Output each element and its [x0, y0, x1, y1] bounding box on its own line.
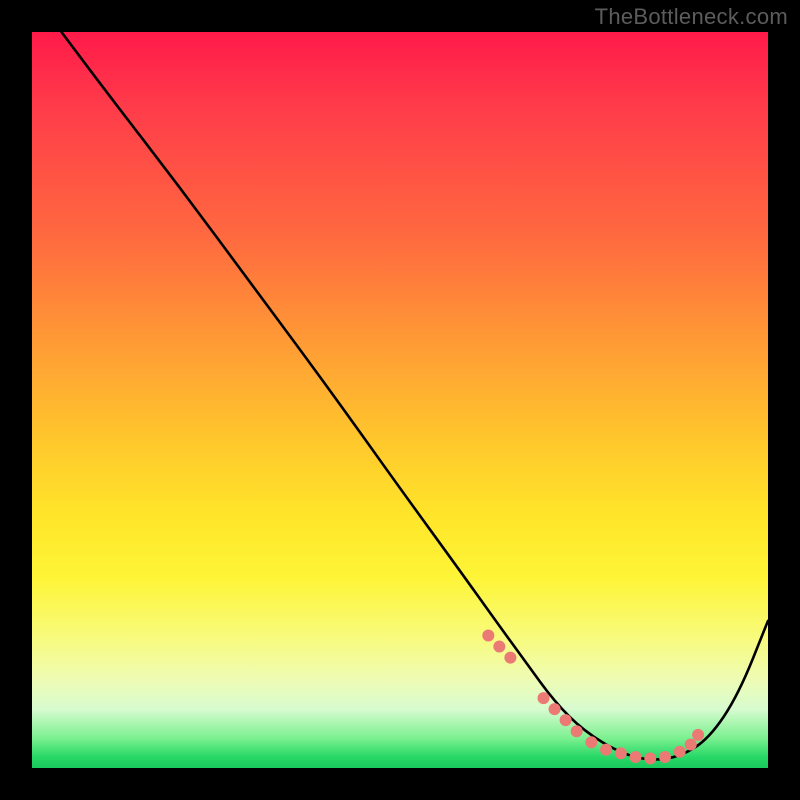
marker-dot	[538, 692, 550, 704]
curve-layer	[32, 32, 768, 768]
marker-dot	[630, 751, 642, 763]
marker-dot	[685, 738, 697, 750]
marker-dot	[644, 752, 656, 764]
watermark-label: TheBottleneck.com	[595, 4, 788, 30]
marker-dot	[615, 747, 627, 759]
marker-dot	[493, 641, 505, 653]
bottleneck-curve	[61, 32, 768, 759]
marker-dot	[585, 736, 597, 748]
marker-dot	[692, 729, 704, 741]
marker-dot	[659, 751, 671, 763]
marker-dot	[600, 744, 612, 756]
marker-dot	[482, 630, 494, 642]
marker-dot	[674, 746, 686, 758]
chart-frame: TheBottleneck.com	[0, 0, 800, 800]
plot-area	[32, 32, 768, 768]
marker-dot	[549, 703, 561, 715]
marker-dot	[571, 725, 583, 737]
marker-dot	[560, 714, 572, 726]
marker-dot	[504, 652, 516, 664]
